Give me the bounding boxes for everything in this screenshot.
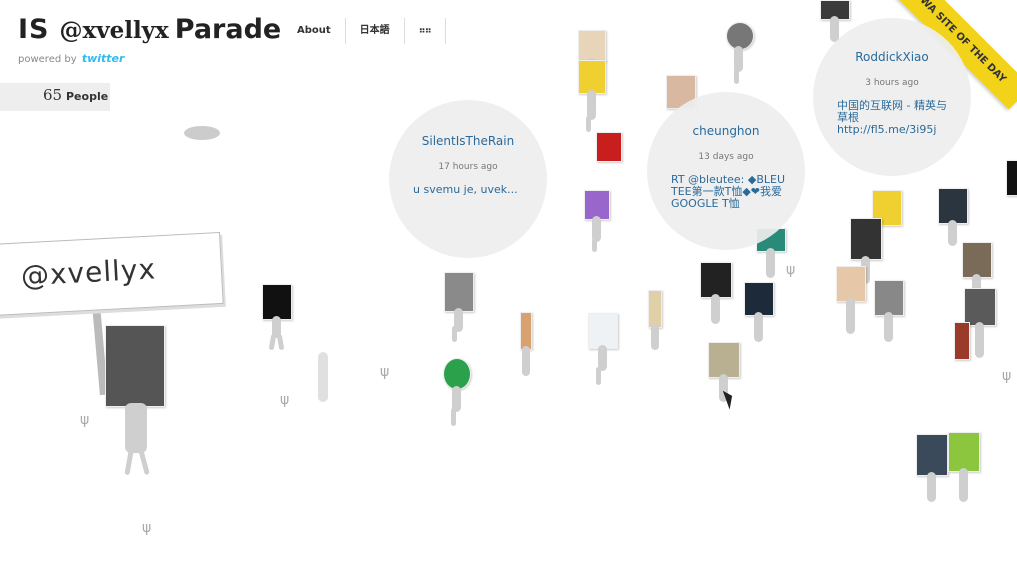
- avatar: [954, 322, 970, 360]
- avatar: [700, 262, 732, 298]
- avatar: [916, 434, 948, 476]
- people-count-label: People: [66, 90, 109, 103]
- grass-decoration: ψ: [380, 364, 390, 380]
- bubble-username[interactable]: RoddickXiao: [813, 50, 971, 64]
- bubble-username[interactable]: cheunghon: [647, 124, 805, 138]
- title-suffix: Parade: [174, 14, 282, 45]
- people-count: 65 People: [0, 83, 110, 111]
- people-count-number: 65: [43, 86, 63, 104]
- avatar: [836, 266, 866, 302]
- avatar: [744, 282, 774, 316]
- bubble-time: 3 hours ago: [865, 78, 919, 88]
- title-user: @xvellyx: [59, 17, 169, 44]
- avatar: [874, 280, 904, 316]
- mouse-cursor-icon: [722, 388, 737, 410]
- avatar: [648, 290, 662, 328]
- bubble-message[interactable]: 中国的互联网 - 精英与草根 http://fl5.me/3i95j: [837, 100, 951, 136]
- avatar: [962, 242, 992, 278]
- grid-view-icon[interactable]: ⠶⠶: [405, 18, 446, 44]
- grass-decoration: ψ: [280, 392, 290, 408]
- title-prefix: IS: [18, 14, 50, 45]
- avatar: [964, 288, 996, 326]
- user-sign: @xvellyx: [0, 231, 224, 317]
- avatar: [262, 284, 292, 320]
- avatar: [850, 218, 882, 260]
- bubble-message[interactable]: u svemu je, uvek...: [413, 184, 523, 196]
- avatar: [105, 325, 165, 407]
- bubble-message[interactable]: RT @bleutee: ◆BLEU TEE第一款T恤◆❤我爱GOOGLE T恤: [671, 174, 789, 210]
- grass-decoration: ψ: [142, 520, 152, 536]
- avatar: [1006, 160, 1017, 196]
- avatar: [938, 188, 968, 224]
- grass-decoration: ψ: [80, 412, 90, 428]
- top-nav: About 日本語 ⠶⠶: [283, 18, 446, 44]
- avatar: [520, 312, 532, 350]
- bubble-time: 17 hours ago: [438, 162, 498, 172]
- avatar: [708, 342, 740, 378]
- powered-by-text: powered by: [18, 54, 77, 65]
- avatar: [578, 60, 606, 94]
- grass-decoration: ψ: [1002, 368, 1012, 384]
- powered-by: powered by twitter: [18, 52, 124, 65]
- sign-text: @xvellyx: [20, 252, 157, 293]
- avatar: [948, 432, 980, 472]
- tweet-bubble[interactable]: cheunghon 13 days ago RT @bleutee: ◆BLEU…: [647, 92, 805, 250]
- bubble-time: 13 days ago: [698, 152, 754, 162]
- tweet-bubble[interactable]: SilentIsTheRain 17 hours ago u svemu je,…: [389, 100, 547, 258]
- avatar: [596, 132, 622, 162]
- bubble-username[interactable]: SilentIsTheRain: [389, 134, 547, 148]
- tweet-bubble[interactable]: RoddickXiao 3 hours ago 中国的互联网 - 精英与草根 h…: [813, 18, 971, 176]
- avatar: [444, 272, 474, 312]
- nav-about[interactable]: About: [283, 18, 346, 44]
- grass-decoration: ψ: [786, 262, 796, 278]
- avatar: [588, 313, 618, 349]
- page-title: IS @xvellyx Parade: [18, 14, 281, 45]
- nav-japanese[interactable]: 日本語: [346, 18, 405, 44]
- rock-decoration: [184, 126, 220, 140]
- twitter-logo[interactable]: twitter: [82, 52, 125, 65]
